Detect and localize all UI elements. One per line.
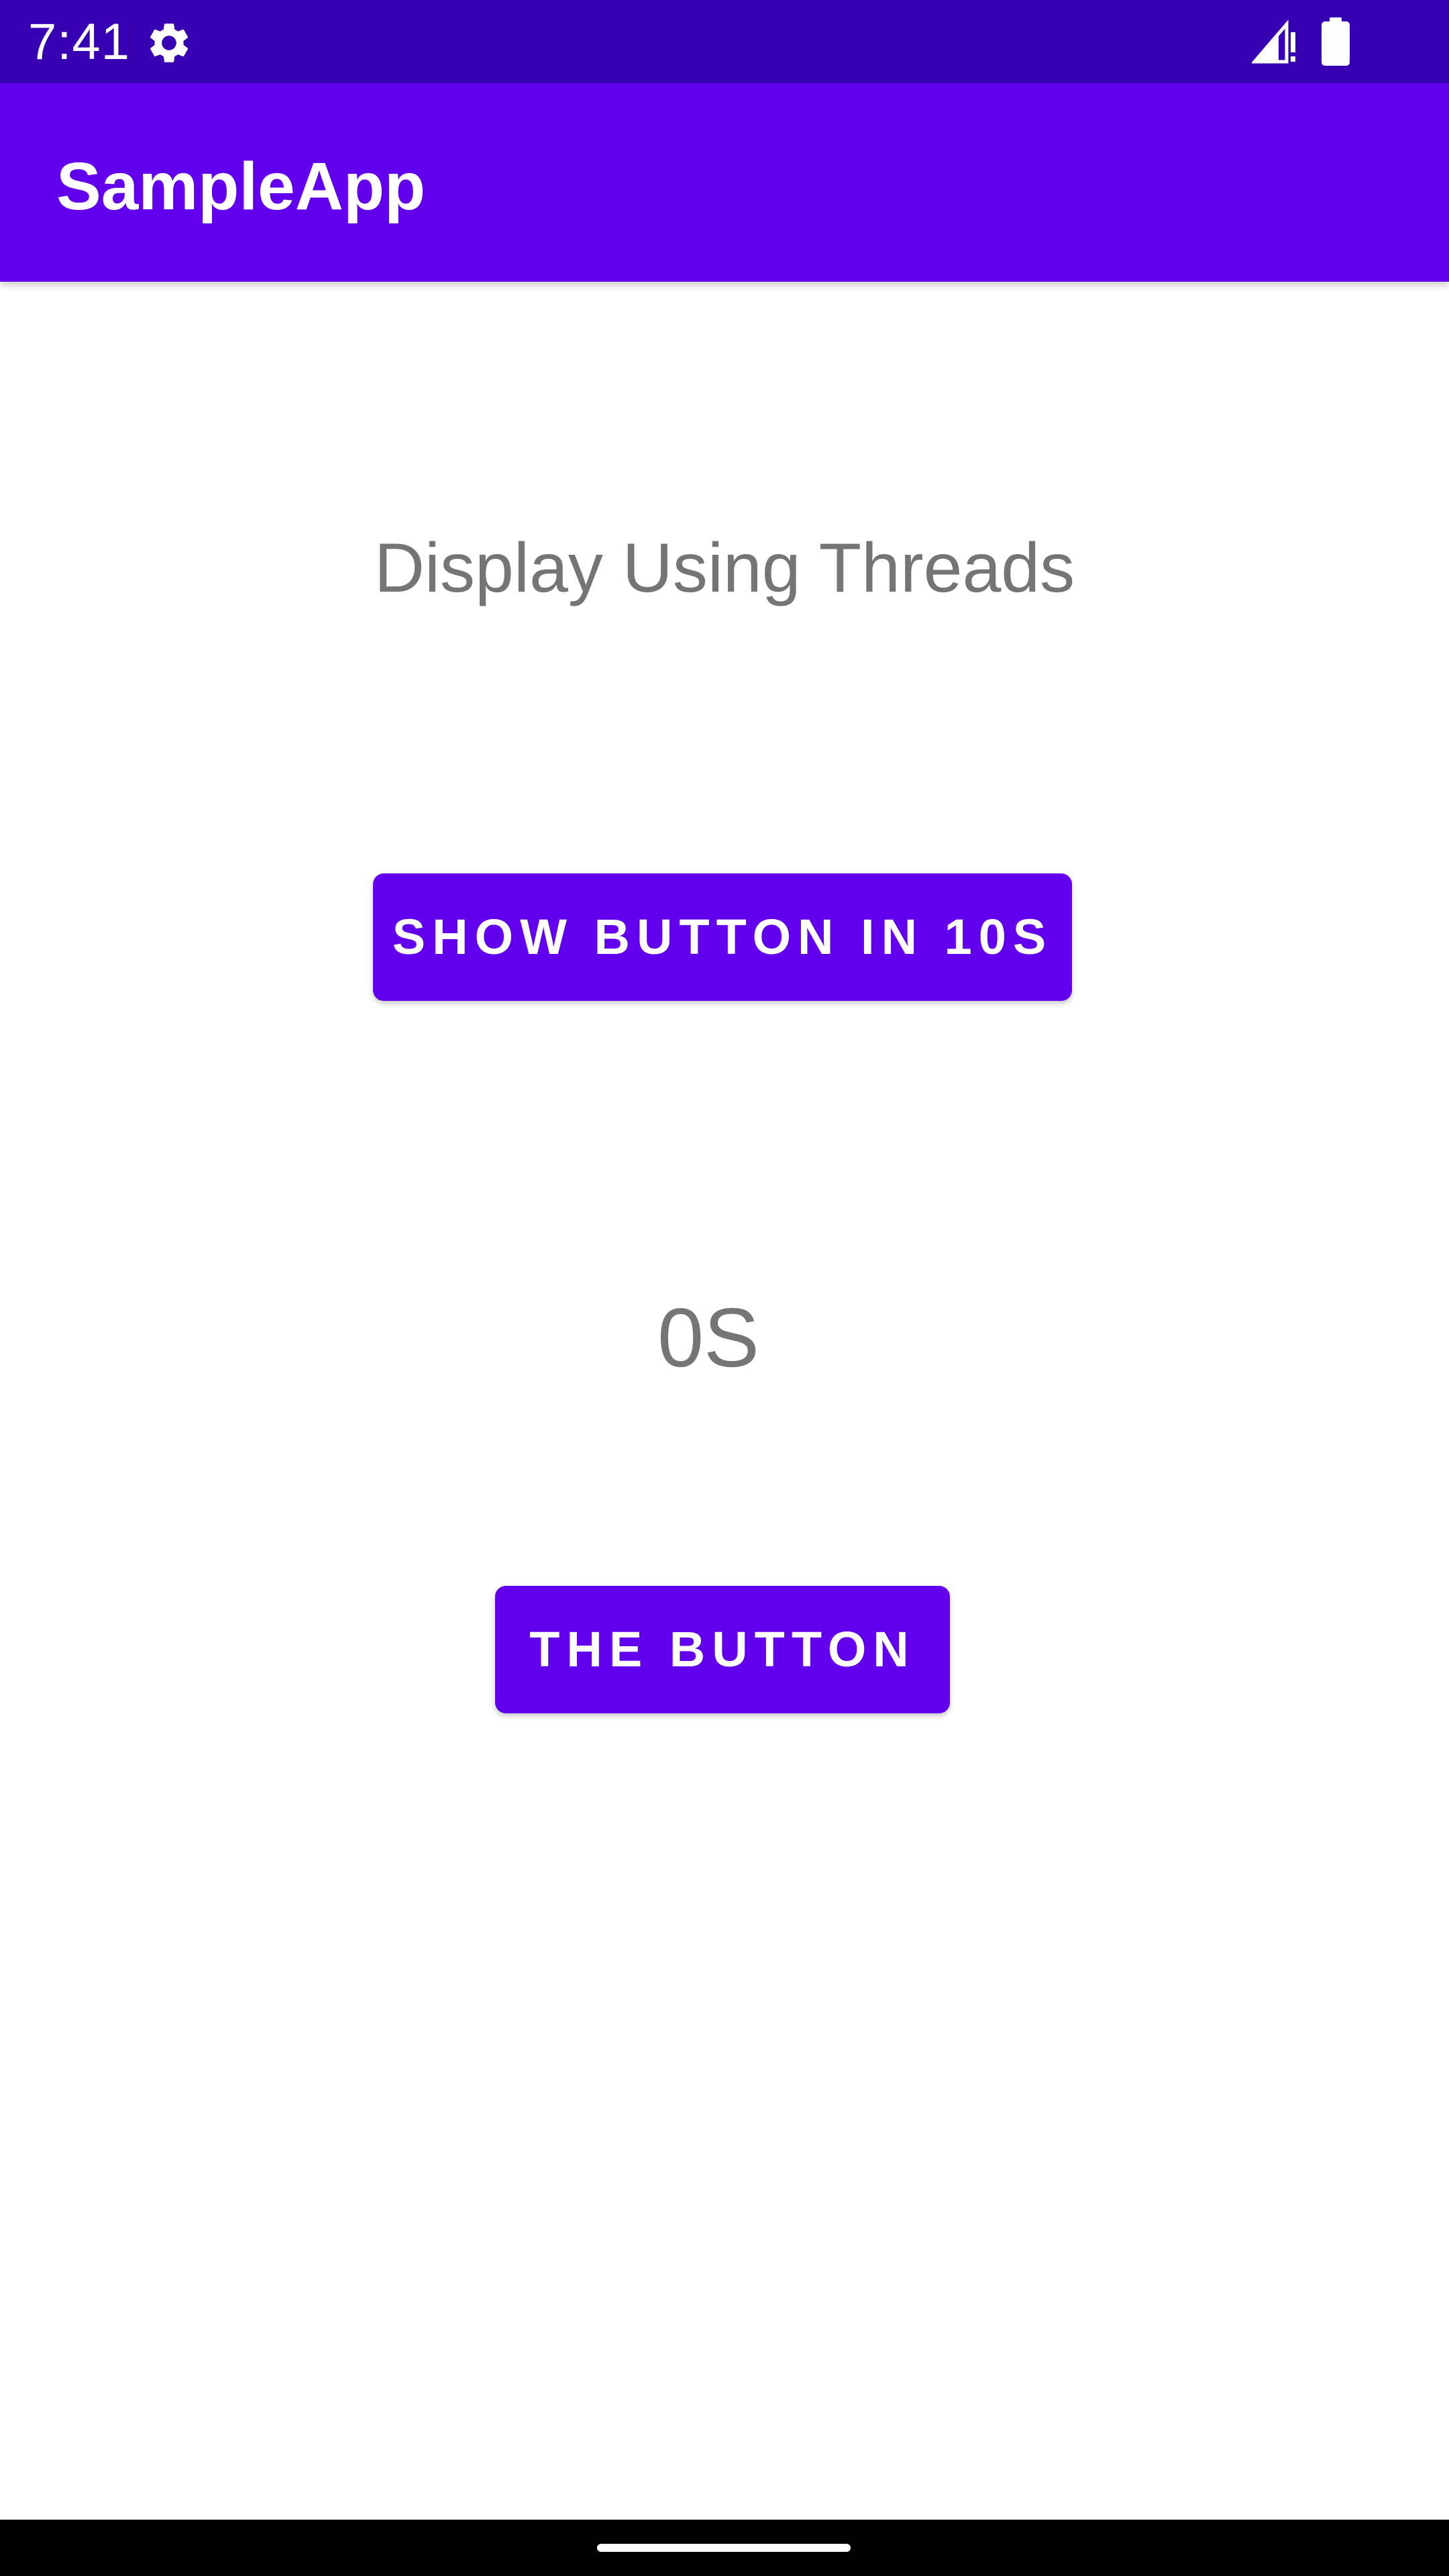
status-bar: 7:41 bbox=[0, 0, 1449, 83]
app-bar: SampleApp bbox=[0, 83, 1449, 282]
screen: 7:41 SampleApp Display Using Threads SHO… bbox=[0, 0, 1449, 2576]
show-button-in-10s-button[interactable]: SHOW BUTTON IN 10S bbox=[373, 873, 1072, 1001]
navigation-bar bbox=[0, 2520, 1449, 2576]
status-time: 7:41 bbox=[28, 13, 130, 70]
battery-icon bbox=[1320, 17, 1351, 66]
home-gesture-handle[interactable] bbox=[597, 2544, 851, 2552]
heading-text: Display Using Threads bbox=[374, 529, 1075, 607]
the-button[interactable]: THE BUTTON bbox=[495, 1586, 950, 1713]
gear-icon bbox=[145, 19, 193, 67]
signal-icon bbox=[1250, 19, 1300, 64]
app-title: SampleApp bbox=[56, 149, 426, 224]
counter-text: 0S bbox=[657, 1292, 759, 1385]
